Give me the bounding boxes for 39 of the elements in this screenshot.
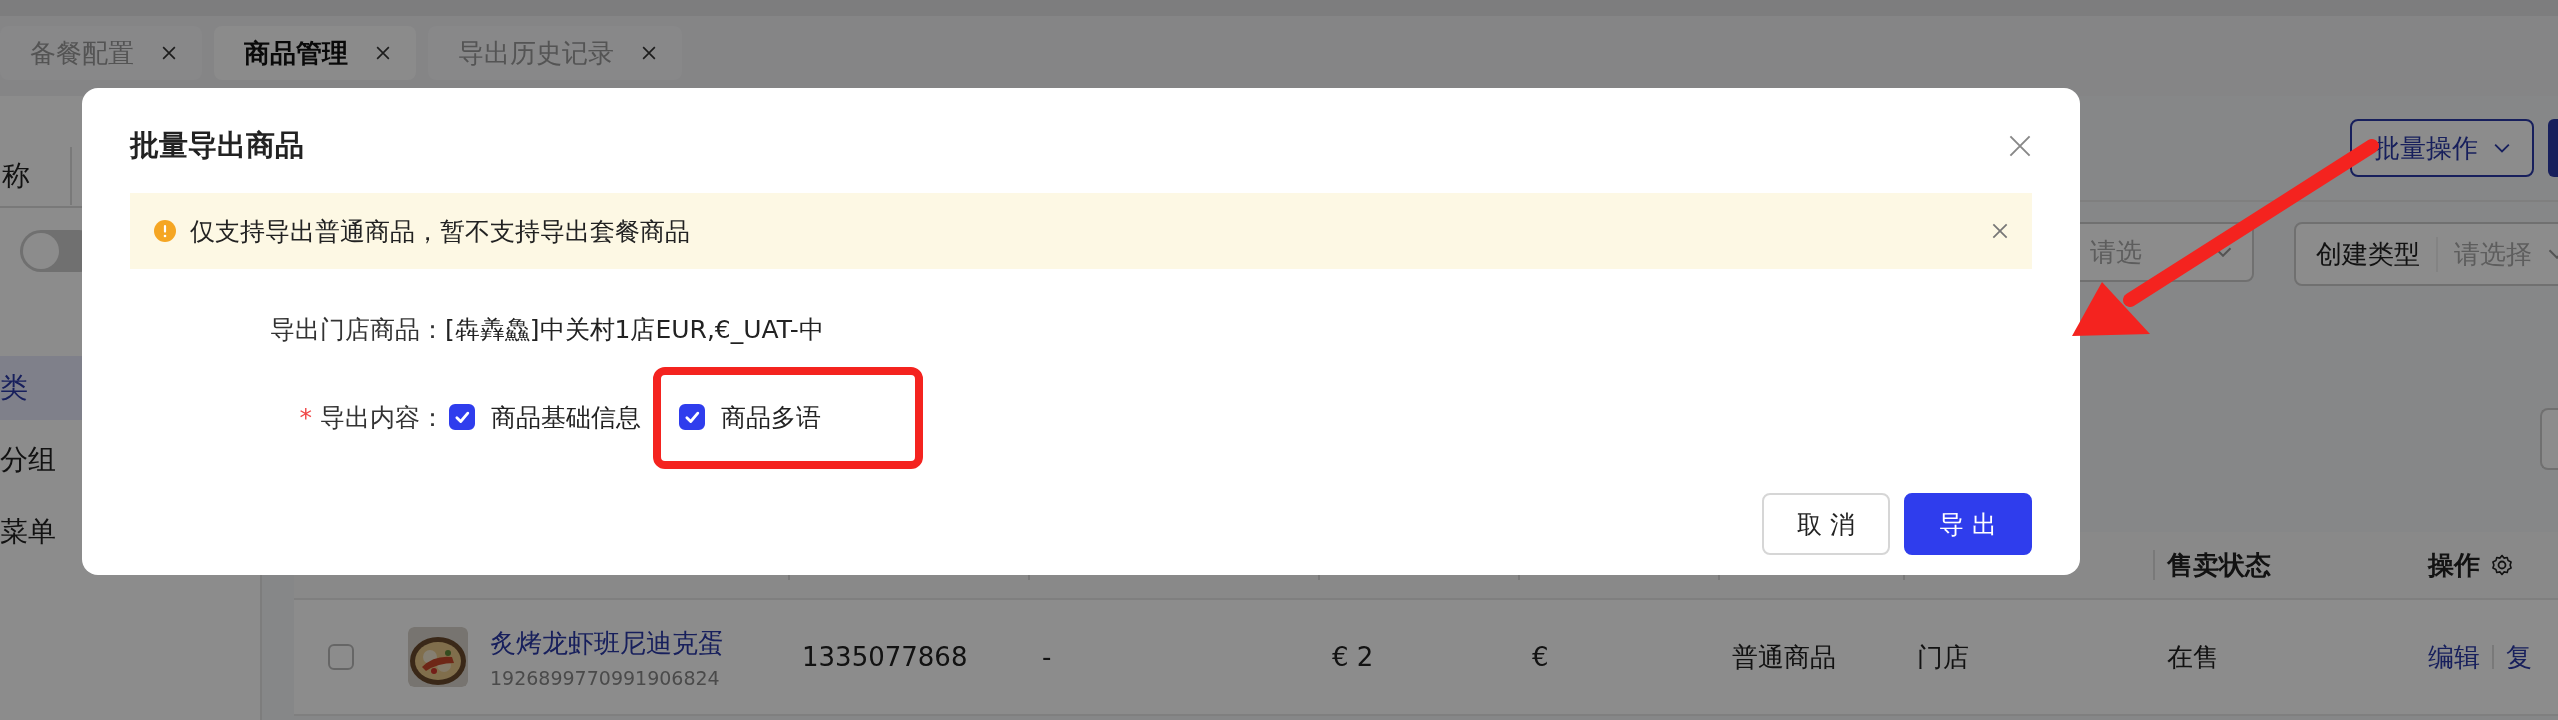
product-id: 1926899770991906824 [490,666,721,689]
store-value: [犇羴鱻]中关村1店EUR,€_UAT-中 [445,313,824,346]
select-label: 创建类型 [2316,236,2438,272]
product-name-link[interactable]: 炙烤龙虾班尼迪克蛋 [490,625,724,661]
checkbox[interactable] [449,404,475,430]
table-cell: € [1532,642,1549,672]
row-checkbox[interactable] [328,644,354,670]
close-icon[interactable] [376,46,390,60]
field-label: 导出内容： [320,401,445,434]
checkbox-label: 商品多语 [721,401,821,434]
action-link[interactable]: 复 [2506,639,2532,675]
cancel-button[interactable]: 取 消 [1762,493,1890,555]
caret-icon [2494,143,2510,153]
tab[interactable]: 商品管理 [214,26,416,80]
close-icon[interactable] [642,46,656,60]
close-icon[interactable] [162,46,176,60]
table-cell: 门店 [1917,641,1969,672]
column-header: 售卖状态 [2167,548,2271,582]
table-cell: 普通商品 [1732,641,1836,672]
settings-icon[interactable] [2490,553,2514,577]
alert-message: 仅支持导出普通商品，暂不支持导出套餐商品 [190,215,691,248]
warning-icon [154,220,176,242]
checkbox[interactable] [679,404,705,430]
table-cell: 在售 [2167,641,2219,672]
table-cell: - [1042,642,1052,672]
export-button[interactable]: 导 出 [1904,493,2032,555]
required-mark: * [299,402,312,432]
dialog-title: 批量导出商品 [130,126,304,164]
column-header: 操作 [2428,548,2480,582]
table-cell: 1335077868 [802,642,968,672]
table-cell: € 2 [1332,642,1374,672]
checkbox-label: 商品基础信息 [491,401,641,434]
button[interactable] [2548,119,2558,177]
action-link[interactable]: 编辑 [2428,639,2480,675]
search-label: 称 [1,158,31,194]
close-icon[interactable] [1992,223,2008,239]
batch-button[interactable]: 批量操作 [2350,119,2534,177]
close-icon[interactable] [2008,133,2032,158]
field-label: 导出门店商品： [269,313,445,346]
